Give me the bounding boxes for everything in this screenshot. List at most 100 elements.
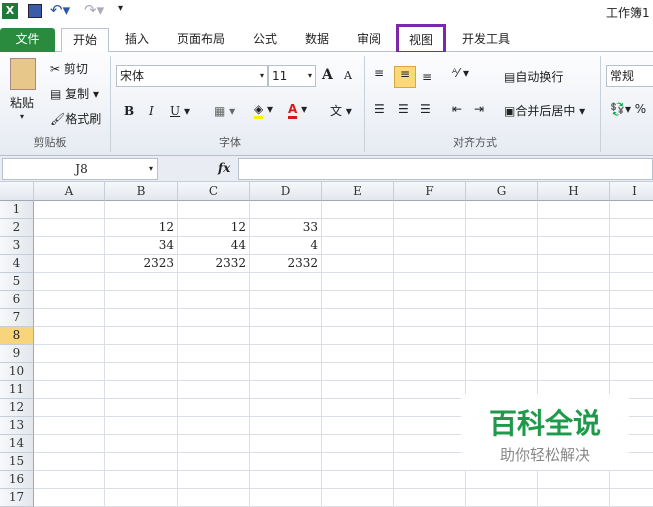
cell-A1[interactable] [34,201,105,219]
cell-F8[interactable] [394,327,466,345]
cell-C15[interactable] [178,453,250,471]
cell-D3[interactable]: 4 [250,237,322,255]
number-format-select[interactable]: 常规 [606,65,653,87]
cell-F5[interactable] [394,273,466,291]
name-box[interactable]: J8 ▾ [2,158,158,180]
cell-I2[interactable] [610,219,653,237]
cell-H16[interactable] [538,471,610,489]
cell-A13[interactable] [34,417,105,435]
phonetic-button[interactable]: 文 ▾ [330,102,352,119]
cell-F1[interactable] [394,201,466,219]
merge-center-button[interactable]: ▣合并后居中 ▾ [504,102,585,119]
paste-dropdown-icon[interactable]: ▾ [20,112,24,121]
customize-qat-icon[interactable]: ▾ [118,3,123,14]
cell-D2[interactable]: 33 [250,219,322,237]
column-header-A[interactable]: A [34,182,105,201]
row-header-2[interactable]: 2 [0,219,34,237]
font-color-button[interactable]: A ▾ [288,102,307,119]
cell-G16[interactable] [466,471,538,489]
paste-button[interactable]: 粘贴 [10,94,34,111]
column-header-G[interactable]: G [466,182,538,201]
cell-A8[interactable] [34,327,105,345]
cell-C11[interactable] [178,381,250,399]
accounting-format-button[interactable]: 💱▾ % [610,102,646,116]
cell-I16[interactable] [610,471,653,489]
fx-button[interactable]: fx [218,161,230,175]
cell-B8[interactable] [105,327,178,345]
cell-D16[interactable] [250,471,322,489]
cell-E14[interactable] [322,435,394,453]
cell-A5[interactable] [34,273,105,291]
cell-F9[interactable] [394,345,466,363]
row-header-5[interactable]: 5 [0,273,34,291]
cell-I5[interactable] [610,273,653,291]
cell-A14[interactable] [34,435,105,453]
cell-C2[interactable]: 12 [178,219,250,237]
cell-B10[interactable] [105,363,178,381]
increase-indent-button[interactable]: ⇥ [474,102,484,116]
cell-C8[interactable] [178,327,250,345]
cell-C4[interactable]: 2332 [178,255,250,273]
cell-A16[interactable] [34,471,105,489]
cell-F13[interactable] [394,417,466,435]
row-header-4[interactable]: 4 [0,255,34,273]
cell-G5[interactable] [466,273,538,291]
cell-H17[interactable] [538,489,610,507]
cell-C5[interactable] [178,273,250,291]
cell-G3[interactable] [466,237,538,255]
column-header-C[interactable]: C [178,182,250,201]
cell-B12[interactable] [105,399,178,417]
cell-E5[interactable] [322,273,394,291]
cell-H1[interactable] [538,201,610,219]
cell-B6[interactable] [105,291,178,309]
copy-button[interactable]: ▤ 复制 ▾ [50,85,99,102]
cell-I9[interactable] [610,345,653,363]
cell-B13[interactable] [105,417,178,435]
cell-D13[interactable] [250,417,322,435]
row-header-13[interactable]: 13 [0,417,34,435]
cell-C9[interactable] [178,345,250,363]
cell-H3[interactable] [538,237,610,255]
save-icon[interactable] [28,4,42,18]
cell-D8[interactable] [250,327,322,345]
column-header-B[interactable]: B [105,182,178,201]
row-header-16[interactable]: 16 [0,471,34,489]
cell-B11[interactable] [105,381,178,399]
cell-D1[interactable] [250,201,322,219]
cell-E16[interactable] [322,471,394,489]
cell-D11[interactable] [250,381,322,399]
row-header-14[interactable]: 14 [0,435,34,453]
cell-G7[interactable] [466,309,538,327]
cell-I8[interactable] [610,327,653,345]
cell-G6[interactable] [466,291,538,309]
cell-F6[interactable] [394,291,466,309]
cell-D14[interactable] [250,435,322,453]
cell-C1[interactable] [178,201,250,219]
cell-C7[interactable] [178,309,250,327]
underline-button[interactable]: U ▾ [170,104,190,118]
align-bottom-button[interactable]: ≡ [422,70,432,84]
select-all-corner[interactable] [0,182,34,201]
undo-icon[interactable]: ↶▾ [50,1,70,19]
tab-view[interactable]: 视图 [396,24,446,54]
cell-H2[interactable] [538,219,610,237]
font-name-select[interactable]: 宋体 ▾ [116,65,268,87]
formula-input[interactable] [238,158,653,180]
cell-D5[interactable] [250,273,322,291]
orientation-button[interactable]: ᴬ⁄ ▾ [452,66,469,80]
cell-H10[interactable] [538,363,610,381]
cell-G10[interactable] [466,363,538,381]
align-right-button[interactable]: ☰ [420,102,431,116]
cell-E15[interactable] [322,453,394,471]
tab-file[interactable]: 文件 [0,28,55,52]
cell-A15[interactable] [34,453,105,471]
align-top-button[interactable]: ≡ [374,66,384,80]
cell-H5[interactable] [538,273,610,291]
row-header-17[interactable]: 17 [0,489,34,507]
tab-developer[interactable]: 开发工具 [454,28,518,52]
cell-A10[interactable] [34,363,105,381]
cell-B2[interactable]: 12 [105,219,178,237]
cell-E11[interactable] [322,381,394,399]
cell-B3[interactable]: 34 [105,237,178,255]
cell-A4[interactable] [34,255,105,273]
